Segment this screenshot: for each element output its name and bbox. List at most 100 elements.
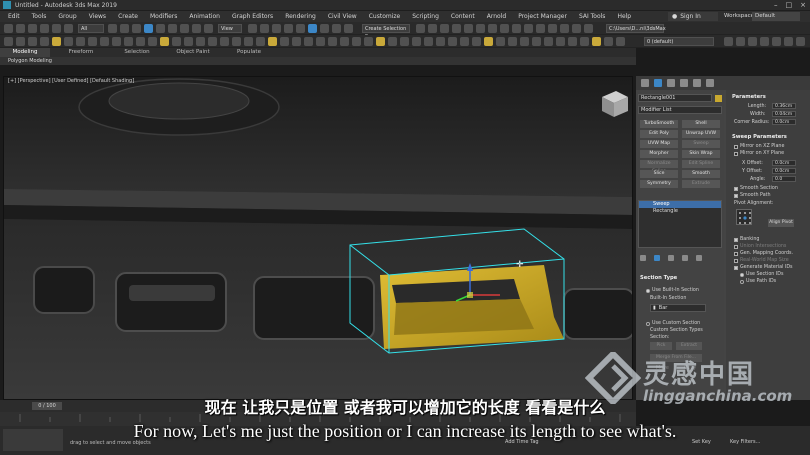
toolbar-tool-icon-11[interactable] (168, 24, 177, 33)
modifier-button-extrude[interactable]: Extrude (682, 180, 720, 188)
modeling-tool-icon-20[interactable] (244, 37, 253, 46)
toolbar-tool-icon-33[interactable] (524, 24, 533, 33)
modifier-button-sweep[interactable]: Sweep (682, 140, 720, 148)
menu-graph-editors[interactable]: Graph Editors (232, 13, 273, 20)
menu-group[interactable]: Group (58, 13, 76, 20)
show-end-result-icon[interactable] (654, 255, 660, 261)
modeling-tool-icon-25[interactable] (304, 37, 313, 46)
menu-modifiers[interactable]: Modifiers (150, 13, 177, 20)
ribbon-tab-object-paint[interactable]: Object Paint (168, 48, 218, 57)
create-tab-icon[interactable] (641, 79, 649, 87)
menu-create[interactable]: Create (118, 13, 138, 20)
toolbar-tool-icon-5[interactable] (64, 24, 73, 33)
menu-rendering[interactable]: Rendering (285, 13, 316, 20)
layer-dropdown[interactable]: 0 (default) (644, 37, 714, 46)
modeling-tool-icon-5[interactable] (64, 37, 73, 46)
motion-tab-icon[interactable] (680, 79, 688, 87)
toolbar-tool-icon-19[interactable] (296, 24, 305, 33)
pin-stack-icon[interactable] (640, 255, 646, 261)
modeling-tool-icon-43[interactable] (520, 37, 529, 46)
gen-mapping-checkbox[interactable] (734, 252, 738, 256)
modeling-tool-icon-46[interactable] (556, 37, 565, 46)
modeling-tool-icon-15[interactable] (184, 37, 193, 46)
make-unique-icon[interactable] (668, 255, 674, 261)
toolbar-tool-icon-15[interactable] (248, 24, 257, 33)
modeling-tool-icon-51[interactable] (616, 37, 625, 46)
corner-radius-spinner[interactable]: 0.0cm (772, 119, 796, 125)
toolbar-tool-icon-22[interactable] (332, 24, 341, 33)
toolbar-tool-icon-27[interactable] (452, 24, 461, 33)
modeling-tool-icon-27[interactable] (328, 37, 337, 46)
modeling-tool-icon-4[interactable] (52, 37, 61, 46)
modeling-tool-icon-26[interactable] (316, 37, 325, 46)
menu-edit[interactable]: Edit (8, 13, 20, 20)
perspective-viewport[interactable]: [+] [Perspective] [User Defined] [Defaul… (3, 76, 633, 400)
modeling-tool-icon-28[interactable] (340, 37, 349, 46)
toolbar-tool-icon-14[interactable] (204, 24, 213, 33)
modeling-tool-icon-29[interactable] (352, 37, 361, 46)
display-tab-icon[interactable] (693, 79, 701, 87)
toolbar-tool-icon-20[interactable] (308, 24, 317, 33)
modeling-tool-icon-41[interactable] (496, 37, 505, 46)
modeling-tool-icon-14[interactable] (172, 37, 181, 46)
modeling-tool-icon-35[interactable] (424, 37, 433, 46)
menu-project-manager[interactable]: Project Manager (518, 13, 567, 20)
use-builtin-radio[interactable] (646, 289, 650, 293)
project-path-field[interactable]: C:\Users\D...ni\3dsMax (606, 24, 666, 33)
use-custom-radio[interactable] (646, 322, 650, 326)
layer-tool-icon-4[interactable] (772, 37, 781, 46)
menu-arnold[interactable]: Arnold (487, 13, 506, 20)
modifier-button-smooth[interactable]: Smooth (682, 170, 720, 178)
toolbar-tool-icon-6[interactable] (108, 24, 117, 33)
modeling-tool-icon-7[interactable] (88, 37, 97, 46)
modeling-tool-icon-45[interactable] (544, 37, 553, 46)
toolbar-tool-icon-34[interactable] (536, 24, 545, 33)
modeling-tool-icon-23[interactable] (280, 37, 289, 46)
modeling-tool-icon-50[interactable] (604, 37, 613, 46)
modeling-tool-icon-2[interactable] (28, 37, 37, 46)
minimize-icon[interactable]: – (774, 1, 778, 9)
toolbar-tool-icon-12[interactable] (180, 24, 189, 33)
modeling-tool-icon-31[interactable] (376, 37, 385, 46)
modeling-tool-icon-33[interactable] (400, 37, 409, 46)
y-offset-spinner[interactable]: 0.0cm (772, 168, 796, 174)
x-offset-spinner[interactable]: 0.0cm (772, 160, 796, 166)
sign-in-button[interactable]: ● Sign In (668, 12, 718, 21)
modeling-tool-icon-39[interactable] (472, 37, 481, 46)
menu-scripting[interactable]: Scripting (412, 13, 439, 20)
extract-button[interactable]: Extract (676, 342, 702, 350)
toolbar-tool-icon-8[interactable] (132, 24, 141, 33)
menu-civil-view[interactable]: Civil View (328, 13, 357, 20)
layer-tool-icon-5[interactable] (784, 37, 793, 46)
modifier-button-edit-spline[interactable]: Edit Spline (682, 160, 720, 168)
builtin-section-dropdown[interactable]: ▮ Bar (650, 304, 706, 312)
modeling-tool-icon-21[interactable] (256, 37, 265, 46)
utilities-tab-icon[interactable] (706, 79, 714, 87)
use-path-ids-radio[interactable] (740, 280, 744, 284)
modeling-tool-icon-34[interactable] (412, 37, 421, 46)
modeling-tool-icon-17[interactable] (208, 37, 217, 46)
modeling-tool-icon-13[interactable] (160, 37, 169, 46)
modeling-tool-icon-40[interactable] (484, 37, 493, 46)
modifier-button-slice[interactable]: Slice (640, 170, 678, 178)
modeling-tool-icon-8[interactable] (100, 37, 109, 46)
mirror-xz-checkbox[interactable] (734, 145, 738, 149)
mirror-xy-checkbox[interactable] (734, 152, 738, 156)
modeling-tool-icon-36[interactable] (436, 37, 445, 46)
toolbar-tool-icon-36[interactable] (560, 24, 569, 33)
selection-filter-dropdown[interactable]: All (78, 24, 104, 33)
modeling-tool-icon-19[interactable] (232, 37, 241, 46)
toolbar-tool-icon-28[interactable] (464, 24, 473, 33)
layer-tool-icon-1[interactable] (736, 37, 745, 46)
modeling-tool-icon-0[interactable] (4, 37, 13, 46)
menu-sai-tools[interactable]: SAI Tools (579, 13, 605, 20)
modeling-tool-icon-16[interactable] (196, 37, 205, 46)
toolbar-tool-icon-7[interactable] (120, 24, 129, 33)
modifier-stack[interactable]: Sweep Rectangle (638, 200, 722, 248)
remove-modifier-icon[interactable] (682, 255, 688, 261)
link-icon[interactable] (28, 24, 37, 33)
modeling-tool-icon-49[interactable] (592, 37, 601, 46)
modeling-tool-icon-47[interactable] (568, 37, 577, 46)
modeling-tool-icon-30[interactable] (364, 37, 373, 46)
modeling-tool-icon-22[interactable] (268, 37, 277, 46)
